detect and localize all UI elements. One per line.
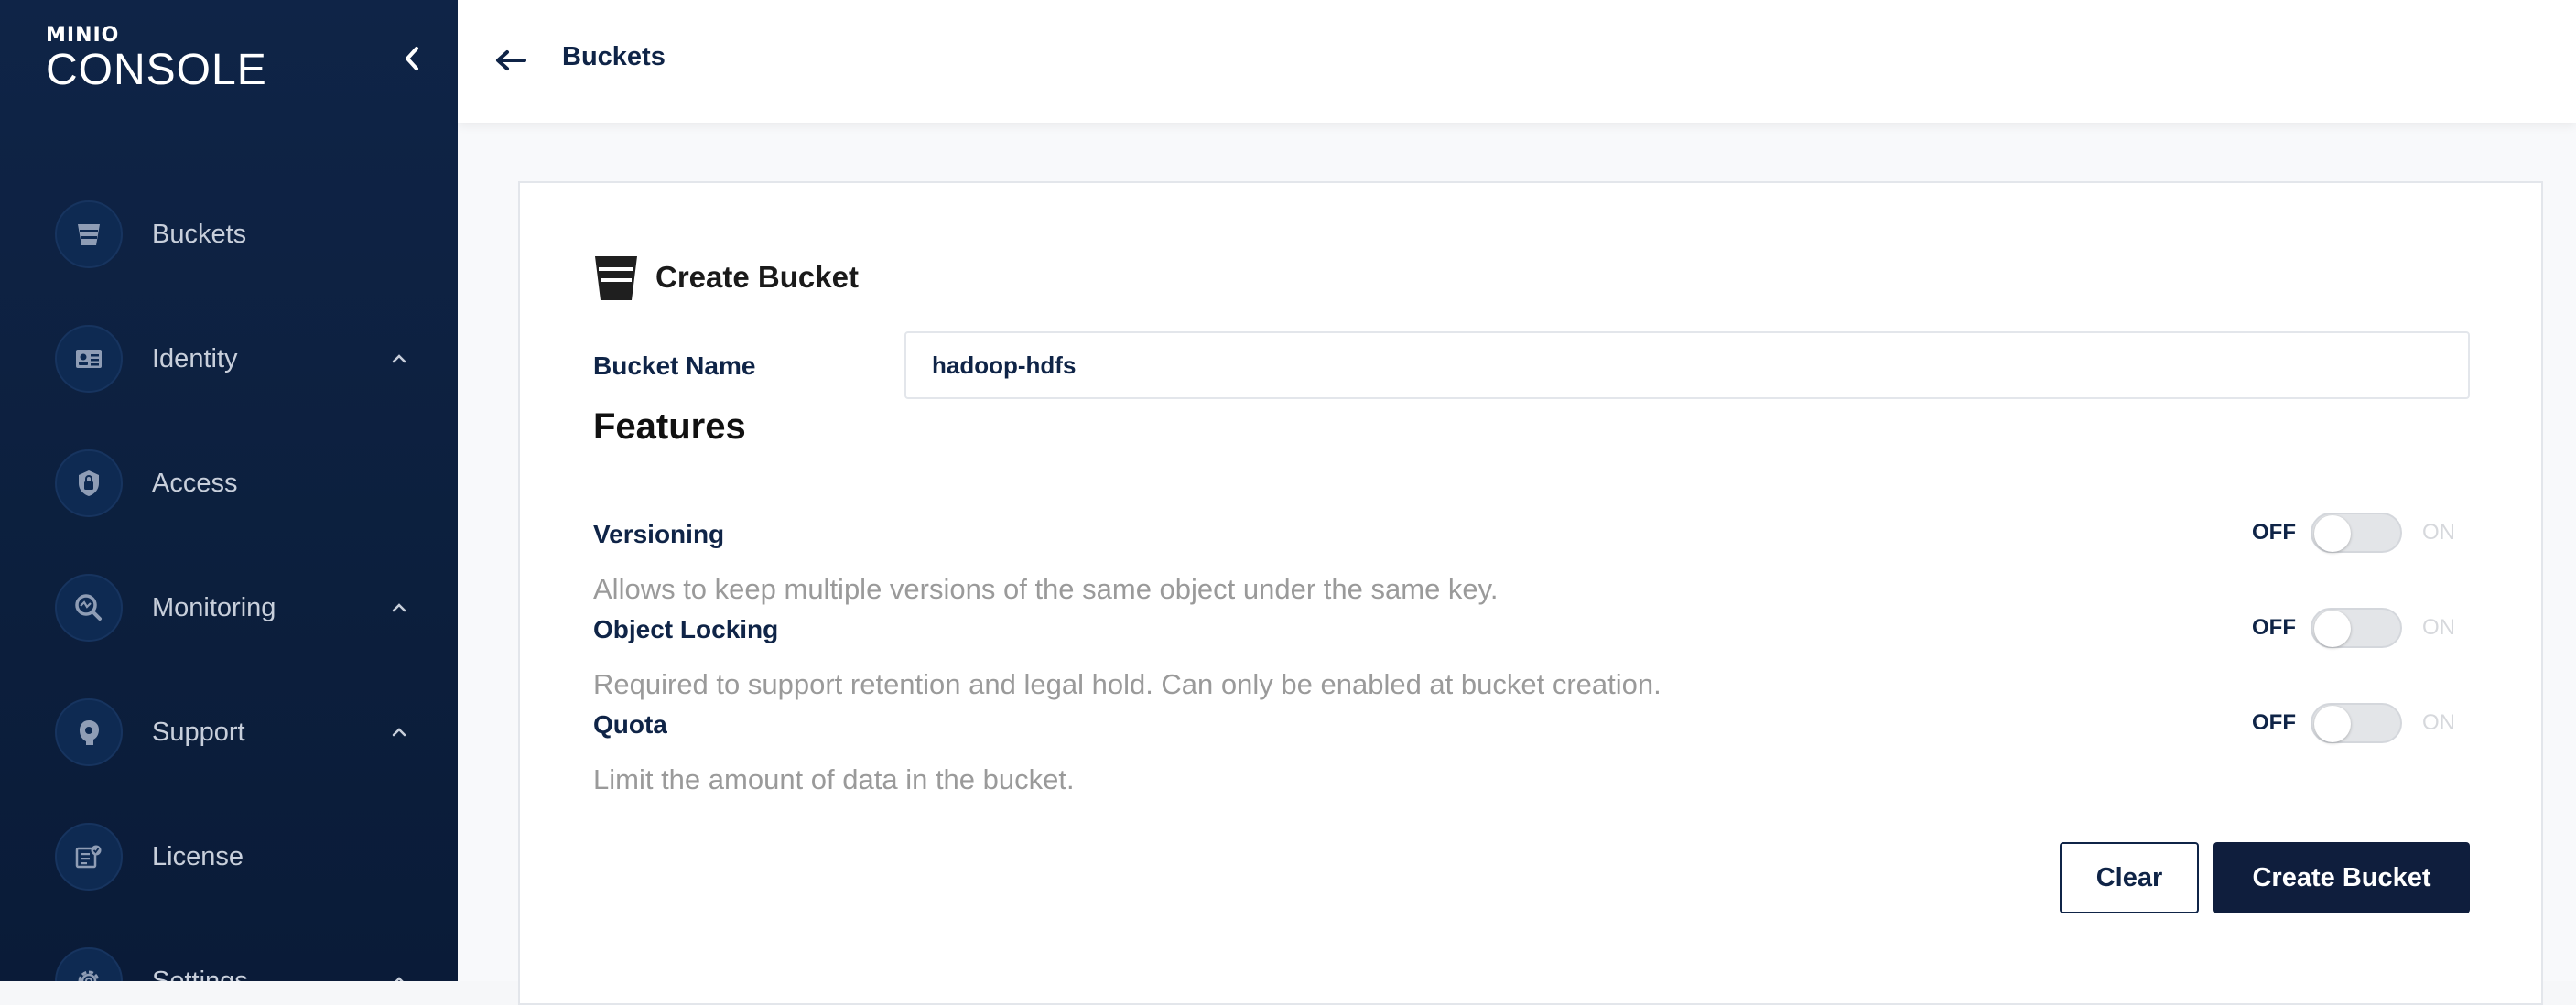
form-title: Create Bucket (655, 260, 859, 294)
versioning-toggle-group: OFF ON (2252, 513, 2455, 553)
arrow-left-icon (496, 50, 526, 70)
page-header: Buckets (458, 0, 2576, 123)
back-button[interactable] (491, 40, 531, 81)
sidebar-item-support[interactable]: Support (0, 670, 458, 794)
sidebar: MINIO CONSOLE Buckets Identity Access Mo… (0, 0, 458, 981)
chevron-up-icon (388, 721, 410, 743)
sidebar-item-access[interactable]: Access (0, 421, 458, 546)
support-icon (55, 698, 123, 766)
sidebar-item-label: Identity (152, 343, 238, 373)
lock-shield-icon (55, 449, 123, 517)
clear-button[interactable]: Clear (2060, 842, 2199, 913)
page-title: Buckets (562, 42, 666, 71)
toggle-on-label: ON (2422, 615, 2455, 640)
chevron-left-icon (406, 47, 418, 70)
sidebar-item-label: License (152, 841, 244, 871)
toggle-knob (2314, 706, 2351, 742)
chevron-up-icon (388, 348, 410, 370)
object-locking-toggle[interactable] (2311, 608, 2402, 648)
collapse-sidebar-button[interactable] (394, 40, 430, 77)
license-icon (55, 823, 123, 891)
form-title-row: Create Bucket (593, 253, 859, 302)
sidebar-item-label: Settings (152, 966, 248, 982)
feature-quota: Quota Limit the amount of data in the bu… (593, 703, 2488, 796)
sidebar-item-label: Access (152, 468, 238, 498)
create-bucket-button[interactable]: Create Bucket (2213, 842, 2470, 913)
logo-product: CONSOLE (46, 46, 267, 94)
main-content: Buckets Create Bucket Bucket Name Featur… (458, 0, 2576, 1005)
feature-description: Required to support retention and legal … (593, 668, 1661, 700)
bucket-icon (55, 200, 123, 268)
toggle-off-label: OFF (2252, 710, 2296, 735)
logo-brand: MINIO (46, 24, 120, 47)
logo: MINIO CONSOLE (46, 26, 267, 93)
feature-object-locking: Object Locking Required to support reten… (593, 608, 2488, 701)
monitoring-icon (55, 574, 123, 642)
quota-toggle-group: OFF ON (2252, 703, 2455, 743)
bucket-icon (595, 256, 637, 300)
sidebar-item-label: Buckets (152, 219, 247, 249)
chevron-up-icon (388, 970, 410, 981)
toggle-off-label: OFF (2252, 615, 2296, 640)
toggle-on-label: ON (2422, 710, 2455, 735)
features-heading: Features (593, 406, 746, 447)
sidebar-item-label: Monitoring (152, 592, 276, 622)
create-bucket-form: Create Bucket Bucket Name Features Versi… (518, 181, 2543, 1005)
sidebar-nav: Buckets Identity Access Monitoring Suppo… (0, 172, 458, 981)
feature-description: Allows to keep multiple versions of the … (593, 573, 1499, 605)
object-locking-toggle-group: OFF ON (2252, 608, 2455, 648)
feature-title: Quota (593, 710, 667, 739)
sidebar-item-buckets[interactable]: Buckets (0, 172, 458, 297)
quota-toggle[interactable] (2311, 703, 2402, 743)
feature-title: Versioning (593, 520, 725, 548)
sidebar-item-label: Support (152, 717, 245, 747)
gear-icon (55, 947, 123, 981)
sidebar-item-identity[interactable]: Identity (0, 297, 458, 421)
feature-versioning: Versioning Allows to keep multiple versi… (593, 513, 2488, 606)
sidebar-item-license[interactable]: License (0, 794, 458, 919)
bucket-name-label: Bucket Name (593, 351, 756, 380)
feature-title: Object Locking (593, 615, 779, 643)
chevron-up-icon (388, 597, 410, 619)
toggle-on-label: ON (2422, 520, 2455, 545)
toggle-knob (2314, 515, 2351, 552)
toggle-off-label: OFF (2252, 520, 2296, 545)
feature-description: Limit the amount of data in the bucket. (593, 763, 1075, 795)
bucket-name-input[interactable] (904, 331, 2470, 399)
toggle-knob (2314, 611, 2351, 647)
sidebar-item-settings[interactable]: Settings (0, 919, 458, 981)
versioning-toggle[interactable] (2311, 513, 2402, 553)
sidebar-item-monitoring[interactable]: Monitoring (0, 546, 458, 670)
id-card-icon (55, 325, 123, 393)
